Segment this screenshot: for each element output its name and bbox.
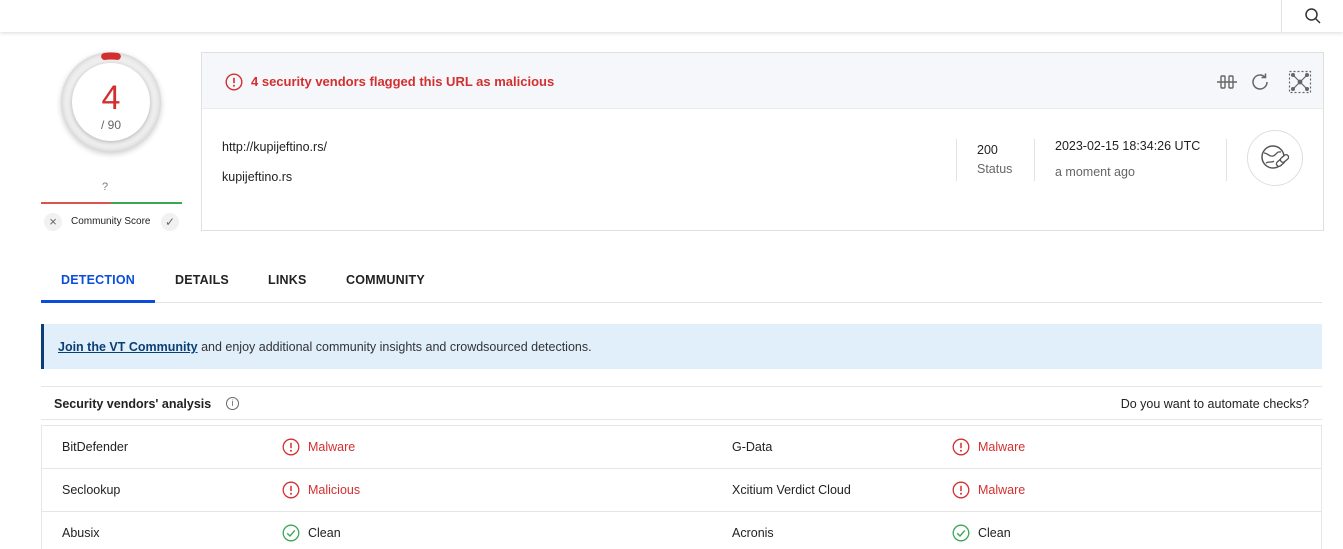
info-icon[interactable]: i	[226, 397, 239, 410]
table-row: Abusix Clean Acronis Clean	[41, 512, 1322, 549]
community-score-bar-positive	[111, 202, 182, 204]
vote-harmful-button[interactable]: ×	[44, 213, 62, 231]
analysis-date: 2023-02-15 18:34:26 UTC	[1055, 139, 1201, 153]
vendor-result: Malware	[282, 438, 355, 456]
vendor-result: Malicious	[282, 481, 360, 499]
tab-links[interactable]: LINKS	[268, 262, 307, 303]
alert-header: 4 security vendors flagged this URL as m…	[202, 53, 1323, 109]
banner-text: Join the VT Community and enjoy addition…	[58, 340, 592, 354]
http-status-label: Status	[977, 162, 1013, 176]
alert-icon	[225, 73, 243, 91]
reanalyze-icon[interactable]	[1248, 70, 1272, 94]
vote-harmless-button[interactable]: ✓	[161, 213, 179, 231]
http-status-code: 200	[977, 143, 998, 157]
malicious-alert-icon	[952, 438, 970, 456]
scanned-url[interactable]: http://kupijeftino.rs/	[222, 140, 327, 154]
clean-check-icon	[952, 524, 970, 542]
malicious-alert-icon	[282, 481, 300, 499]
result-label: Malware	[978, 440, 1026, 454]
url-globe-badge	[1247, 130, 1303, 186]
url-globe-icon	[1261, 145, 1290, 169]
community-banner: Join the VT Community and enjoy addition…	[41, 324, 1322, 369]
community-score-label: Community Score	[71, 216, 151, 227]
clean-check-icon	[282, 524, 300, 542]
vendor-name: G-Data	[732, 440, 773, 454]
result-label: Malware	[978, 483, 1026, 497]
detection-total: / 90	[100, 118, 121, 132]
graph-icon[interactable]	[1288, 70, 1312, 94]
vendor-result: Clean	[282, 524, 341, 542]
vendor-name: BitDefender	[62, 440, 129, 454]
url-summary-card: 4 security vendors flagged this URL as m…	[201, 52, 1324, 231]
divider	[1226, 139, 1227, 181]
community-score-value: ?	[102, 181, 109, 193]
tab-community[interactable]: COMMUNITY	[346, 262, 425, 303]
vendors-analysis-header: Security vendors' analysis i Do you want…	[41, 386, 1322, 420]
compare-icon[interactable]	[1215, 70, 1239, 94]
result-label: Clean	[978, 526, 1011, 540]
result-label: Malware	[308, 440, 356, 454]
detection-count: 4	[101, 79, 121, 117]
vendor-name: Seclookup	[62, 483, 121, 497]
table-row: Seclookup Malicious Xcitium Verdict Clou…	[41, 469, 1322, 512]
vendor-name: Abusix	[62, 526, 100, 540]
vendor-name: Xcitium Verdict Cloud	[732, 483, 851, 497]
join-community-link[interactable]: Join the VT Community	[58, 340, 198, 354]
detection-score-gauge: 4 / 90	[61, 52, 161, 152]
malicious-alert-icon	[952, 481, 970, 499]
vendor-name: Acronis	[732, 526, 774, 540]
vendor-result: Malware	[952, 481, 1025, 499]
divider	[1034, 139, 1035, 181]
vendor-result: Malware	[952, 438, 1025, 456]
vendor-results-table: BitDefender Malware G-Data Malware Seclo…	[41, 425, 1322, 549]
tab-details[interactable]: DETAILS	[175, 262, 229, 303]
result-label: Clean	[308, 526, 341, 540]
divider	[956, 139, 957, 181]
community-score-bar-negative	[41, 202, 111, 204]
tab-detection[interactable]: DETECTION	[41, 262, 155, 303]
top-bar	[0, 0, 1343, 32]
automate-checks-link[interactable]: Do you want to automate checks?	[1121, 397, 1309, 411]
banner-message: and enjoy additional community insights …	[197, 340, 592, 354]
analysis-title: Security vendors' analysis	[54, 397, 212, 411]
result-label: Malicious	[308, 483, 361, 497]
scanned-domain[interactable]: kupijeftino.rs	[222, 170, 292, 184]
score-center: 4 / 90	[72, 63, 150, 141]
vendor-result: Clean	[952, 524, 1011, 542]
malicious-alert-icon	[282, 438, 300, 456]
search-icon	[1304, 8, 1321, 24]
alert-message: 4 security vendors flagged this URL as m…	[251, 74, 555, 89]
report-tabs: DETECTION DETAILS LINKS COMMUNITY	[41, 262, 1322, 303]
analysis-relative-time: a moment ago	[1055, 165, 1135, 179]
table-row: BitDefender Malware G-Data Malware	[41, 426, 1322, 469]
search-button[interactable]	[1281, 0, 1343, 32]
